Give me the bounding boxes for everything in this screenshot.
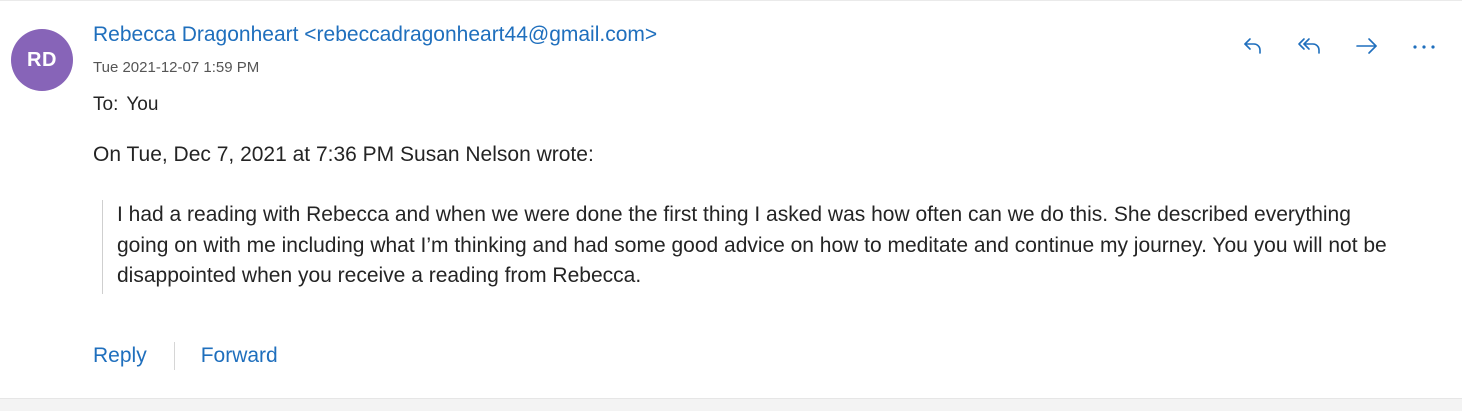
- email-message-pane: RD Rebecca Dragonheart <rebeccadragonhea…: [0, 0, 1462, 411]
- quoted-text: I had a reading with Rebecca and when we…: [102, 200, 1392, 294]
- message-date: Tue 2021-12-07 1:59 PM: [93, 59, 260, 76]
- quote-intro: On Tue, Dec 7, 2021 at 7:36 PM Susan Nel…: [93, 143, 594, 166]
- avatar-initials: RD: [27, 48, 57, 71]
- action-divider: [173, 342, 175, 370]
- reply-button-link[interactable]: Reply: [93, 344, 147, 368]
- forward-button-link[interactable]: Forward: [201, 344, 278, 368]
- recipient-line: To: You: [93, 94, 158, 116]
- sender-name[interactable]: Rebecca Dragonheart <rebeccadragonheart4…: [93, 23, 657, 47]
- reply-icon: [1241, 35, 1265, 57]
- reply-actions: Reply Forward: [93, 341, 278, 371]
- reply-all-button[interactable]: [1292, 31, 1328, 61]
- avatar: RD: [11, 29, 73, 91]
- message-toolbar: [1235, 31, 1442, 61]
- reply-all-icon: [1296, 35, 1324, 57]
- pane-bottom-border: [0, 398, 1462, 411]
- forward-icon: [1354, 35, 1380, 57]
- to-recipient[interactable]: You: [126, 94, 158, 115]
- reply-button[interactable]: [1235, 31, 1271, 61]
- forward-button[interactable]: [1349, 31, 1385, 61]
- to-label: To:: [93, 94, 119, 115]
- more-actions-button[interactable]: [1406, 31, 1442, 61]
- more-icon: [1411, 35, 1437, 57]
